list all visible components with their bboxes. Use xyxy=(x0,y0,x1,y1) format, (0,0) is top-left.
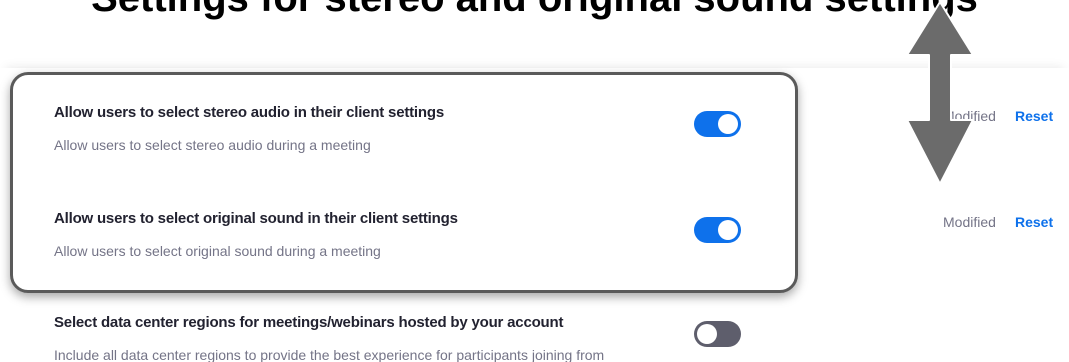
reset-link[interactable]: Reset xyxy=(1015,108,1053,124)
setting-title: Allow users to select original sound in … xyxy=(54,210,458,227)
toggle-knob xyxy=(697,324,717,344)
screenshot-stage: Settings for stereo and original sound s… xyxy=(0,0,1069,362)
toggle-knob xyxy=(718,220,738,240)
stereo-audio-toggle[interactable] xyxy=(694,111,741,137)
page-heading: Settings for stereo and original sound s… xyxy=(0,0,1069,22)
modified-label: Modified xyxy=(943,214,996,230)
reset-link[interactable]: Reset xyxy=(1015,214,1053,230)
toggle-knob xyxy=(718,114,738,134)
setting-description: Include all data center regions to provi… xyxy=(54,347,605,362)
original-sound-toggle[interactable] xyxy=(694,217,741,243)
data-center-regions-toggle[interactable] xyxy=(694,321,741,347)
modified-label: Modified xyxy=(943,108,996,124)
setting-description: Allow users to select original sound dur… xyxy=(54,243,381,259)
setting-description: Allow users to select stereo audio durin… xyxy=(54,137,371,153)
setting-title: Select data center regions for meetings/… xyxy=(54,314,564,331)
setting-title: Allow users to select stereo audio in th… xyxy=(54,104,444,121)
